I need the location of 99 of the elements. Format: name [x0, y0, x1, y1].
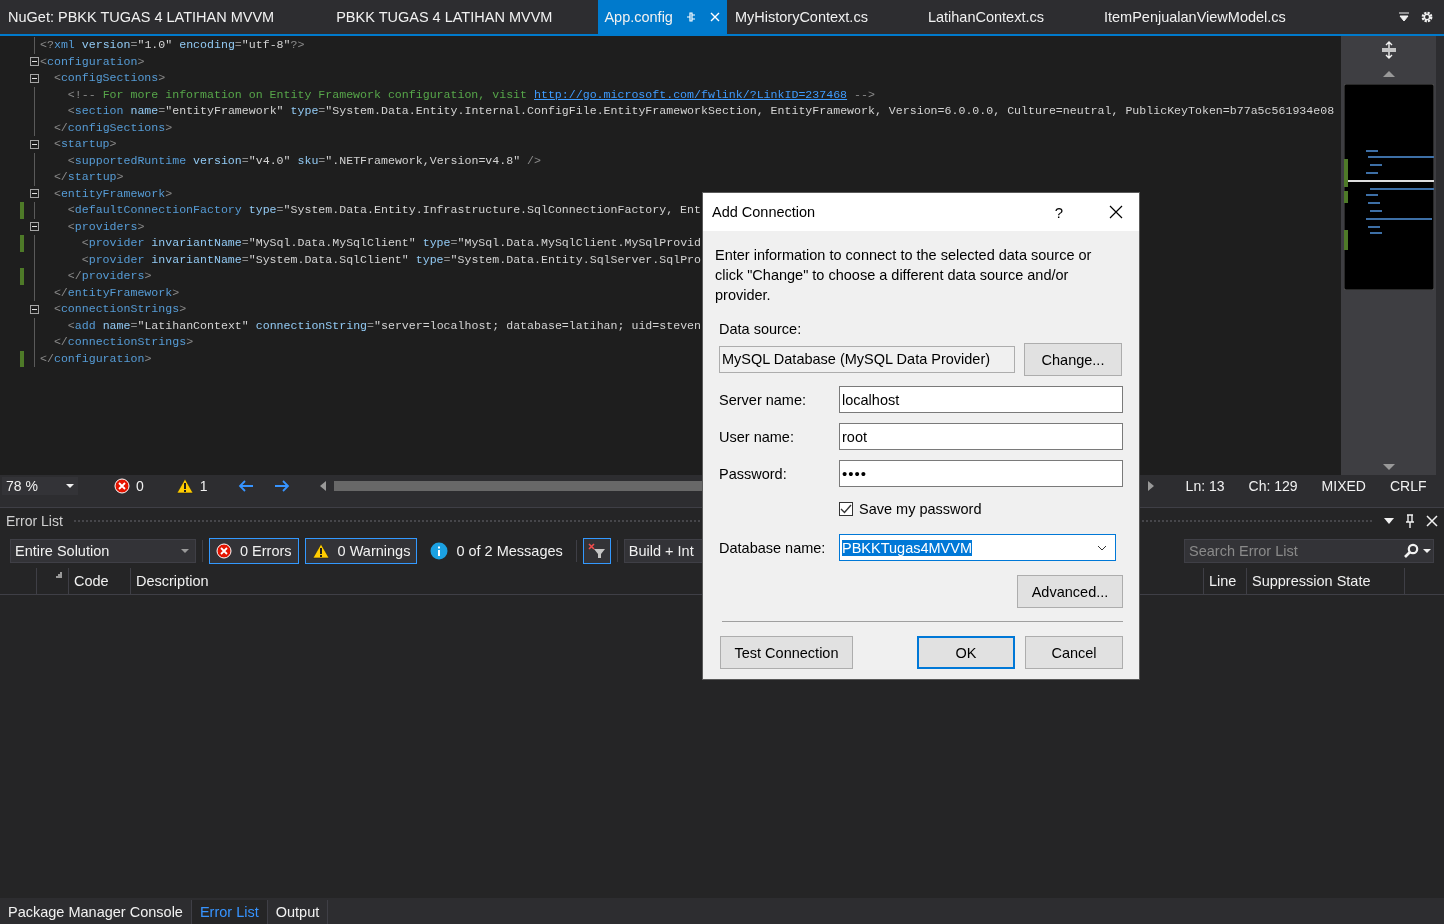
chevron-down-icon[interactable]	[1097, 544, 1107, 551]
document-tab[interactable]: LatihanContext.cs	[921, 0, 1050, 34]
search-icon[interactable]	[1403, 543, 1419, 560]
warning-count: 1	[199, 478, 208, 495]
error-icon	[216, 543, 232, 560]
code-line: <providers>	[66, 218, 145, 235]
filter-icon	[587, 543, 606, 560]
filter-toggle[interactable]: 0 Warnings	[304, 538, 418, 565]
collapse-icon[interactable]	[29, 304, 39, 314]
code-line: <?xml version="1.0" encoding="utf-8"?>	[40, 37, 305, 53]
code-line: <entityFramework>	[52, 185, 173, 202]
data-source-field: MySQL Database (MySQL Data Provider)	[719, 346, 1015, 373]
status-text: Ln: 13	[1185, 478, 1225, 495]
dropdown-icon[interactable]	[1384, 518, 1394, 525]
column-header[interactable]: Line	[1204, 568, 1247, 595]
code-line: </entityFramework>	[52, 284, 180, 301]
code-line: <configSections>	[52, 70, 166, 86]
error-icon[interactable]	[114, 478, 130, 495]
filter-toggle[interactable]: 0 Errors	[209, 538, 299, 565]
code-line: <startup>	[52, 136, 117, 152]
code-line: <connectionStrings>	[52, 301, 187, 317]
collapse-icon[interactable]	[29, 139, 39, 149]
scroll-down-icon[interactable]	[1382, 464, 1395, 472]
advanced-button[interactable]: Advanced...	[1017, 575, 1123, 608]
scroll-left-icon[interactable]	[319, 481, 326, 492]
back-arrow-icon[interactable]	[237, 480, 254, 493]
code-line: <configuration>	[40, 53, 145, 70]
code-line: <supportedRuntime version="v4.0" sku=".NETFramework,Version=v4.8" />	[66, 152, 541, 169]
status-text: Ch: 129	[1248, 478, 1298, 495]
input-field[interactable]: localhost	[839, 386, 1123, 413]
document-tab[interactable]: ItemPenjualanViewModel.cs	[1097, 0, 1292, 34]
code-line: <add name="LatihanContext" connectionString="server=localhost; database=latihan; uid=steven	[66, 317, 701, 334]
change-button[interactable]: Change...	[1024, 343, 1122, 376]
collapse-icon[interactable]	[29, 189, 39, 199]
zoom-dropdown[interactable]: 78 %	[2, 477, 78, 496]
info-icon	[430, 542, 449, 561]
warning-icon	[311, 543, 330, 560]
warning-icon[interactable]	[175, 478, 194, 495]
status-text: CRLF	[1389, 478, 1427, 495]
link[interactable]: http://go.microsoft.com/fwlink/?LinkID=237468	[534, 87, 848, 101]
help-button[interactable]: ?	[1054, 203, 1063, 221]
dropdown-icon[interactable]	[1398, 11, 1410, 23]
code-line: <!-- For more information on Entity Framework configuration, visit http://go.microsoft.com/fwlink/?LinkID=237468 -->	[66, 86, 875, 103]
error-count: 0	[136, 478, 144, 495]
scroll-up-icon[interactable]	[1382, 70, 1395, 77]
code-line: </configuration>	[40, 350, 152, 367]
dropdown-icon[interactable]	[66, 484, 74, 489]
document-tab[interactable]: MyHistoryContext.cs	[728, 0, 874, 34]
panel-tab[interactable]: Package Manager Console	[0, 900, 192, 924]
checkbox[interactable]	[839, 501, 853, 516]
dialog-button[interactable]: Cancel	[1025, 636, 1123, 669]
field-label: Data source:	[719, 321, 803, 337]
document-tab[interactable]: NuGet: PBKK TUGAS 4 LATIHAN MVVM	[2, 0, 281, 34]
checkbox-label[interactable]: Save my password	[859, 500, 982, 517]
minimap-drawing[interactable]	[1343, 84, 1434, 290]
code-line: <provider invariantName="MySql.Data.MySqlClient" type="MySql.Data.MySqlClient.MySqlProvid	[80, 235, 701, 251]
status-text: MIXED	[1321, 478, 1366, 495]
field-label: Password:	[719, 465, 788, 482]
dialog-button[interactable]: Test Connection	[720, 636, 853, 669]
code-line: <defaultConnectionFactory type="System.Data.Entity.Infrastructure.SqlConnectionFactory, Ent	[66, 202, 701, 218]
code-line: <provider invariantName="System.Data.SqlClient" type="System.Data.Entity.SqlServer.SqlPro	[80, 251, 701, 268]
password-field[interactable]: ••••	[839, 460, 1123, 487]
check-icon	[840, 503, 852, 514]
document-tab[interactable]: PBKK TUGAS 4 LATIHAN MVVM	[330, 0, 559, 34]
filter-toggle[interactable]: 0 of 2 Messages	[423, 538, 570, 565]
input-field[interactable]: root	[839, 423, 1123, 450]
dialog-title: Add Connection	[712, 204, 817, 220]
dropdown-icon[interactable]	[1423, 549, 1431, 554]
field-value: ••••	[842, 465, 867, 482]
search-field[interactable]: Search Error List	[1184, 539, 1434, 564]
code-line: </connectionStrings>	[52, 334, 194, 350]
scope-dropdown[interactable]: Entire Solution	[10, 539, 196, 564]
split-icon[interactable]	[1380, 41, 1397, 59]
field-value: localhost	[842, 391, 900, 408]
dialog-button[interactable]: OK	[917, 636, 1015, 669]
column-header[interactable]: Code	[69, 568, 131, 595]
forward-arrow-icon[interactable]	[273, 480, 290, 493]
sort-icon[interactable]	[56, 572, 62, 579]
scroll-right-icon[interactable]	[1147, 481, 1154, 492]
settings-icon[interactable]	[1420, 10, 1434, 24]
collapse-icon[interactable]	[29, 222, 39, 232]
database-name-combo[interactable]: PBKKTugas4MVVM	[839, 534, 1116, 561]
code-line: </startup>	[52, 169, 124, 185]
pin-icon[interactable]	[1404, 514, 1416, 529]
code-line: </providers>	[66, 268, 152, 284]
instruction-text: Enter information to connect to the selected data source or click "Change" to choose a different data source and/or provider.	[715, 246, 1093, 305]
code-line: <section name="entityFramework" type="System.Data.Entity.Internal.ConfigFile.EntityFrameworkSection, EntityFramework, Version=6.0.0.0, Culture=neutral, PublicKeyToken=b77a5c561934e08	[66, 103, 1335, 119]
field-label: User name:	[719, 428, 795, 445]
field-value: root	[842, 428, 867, 445]
code-line: </configSections>	[52, 119, 173, 136]
panel-tab[interactable]: Error List	[191, 900, 268, 924]
field-label: Server name:	[719, 391, 808, 408]
panel-tab[interactable]: Output	[267, 900, 329, 924]
clear-filter-button[interactable]	[582, 538, 611, 565]
collapse-icon[interactable]	[29, 73, 39, 83]
close-icon[interactable]	[1109, 205, 1123, 219]
column-header[interactable]: Suppression State	[1247, 568, 1405, 595]
collapse-icon[interactable]	[29, 57, 39, 67]
panel-title: Error List	[6, 513, 63, 530]
